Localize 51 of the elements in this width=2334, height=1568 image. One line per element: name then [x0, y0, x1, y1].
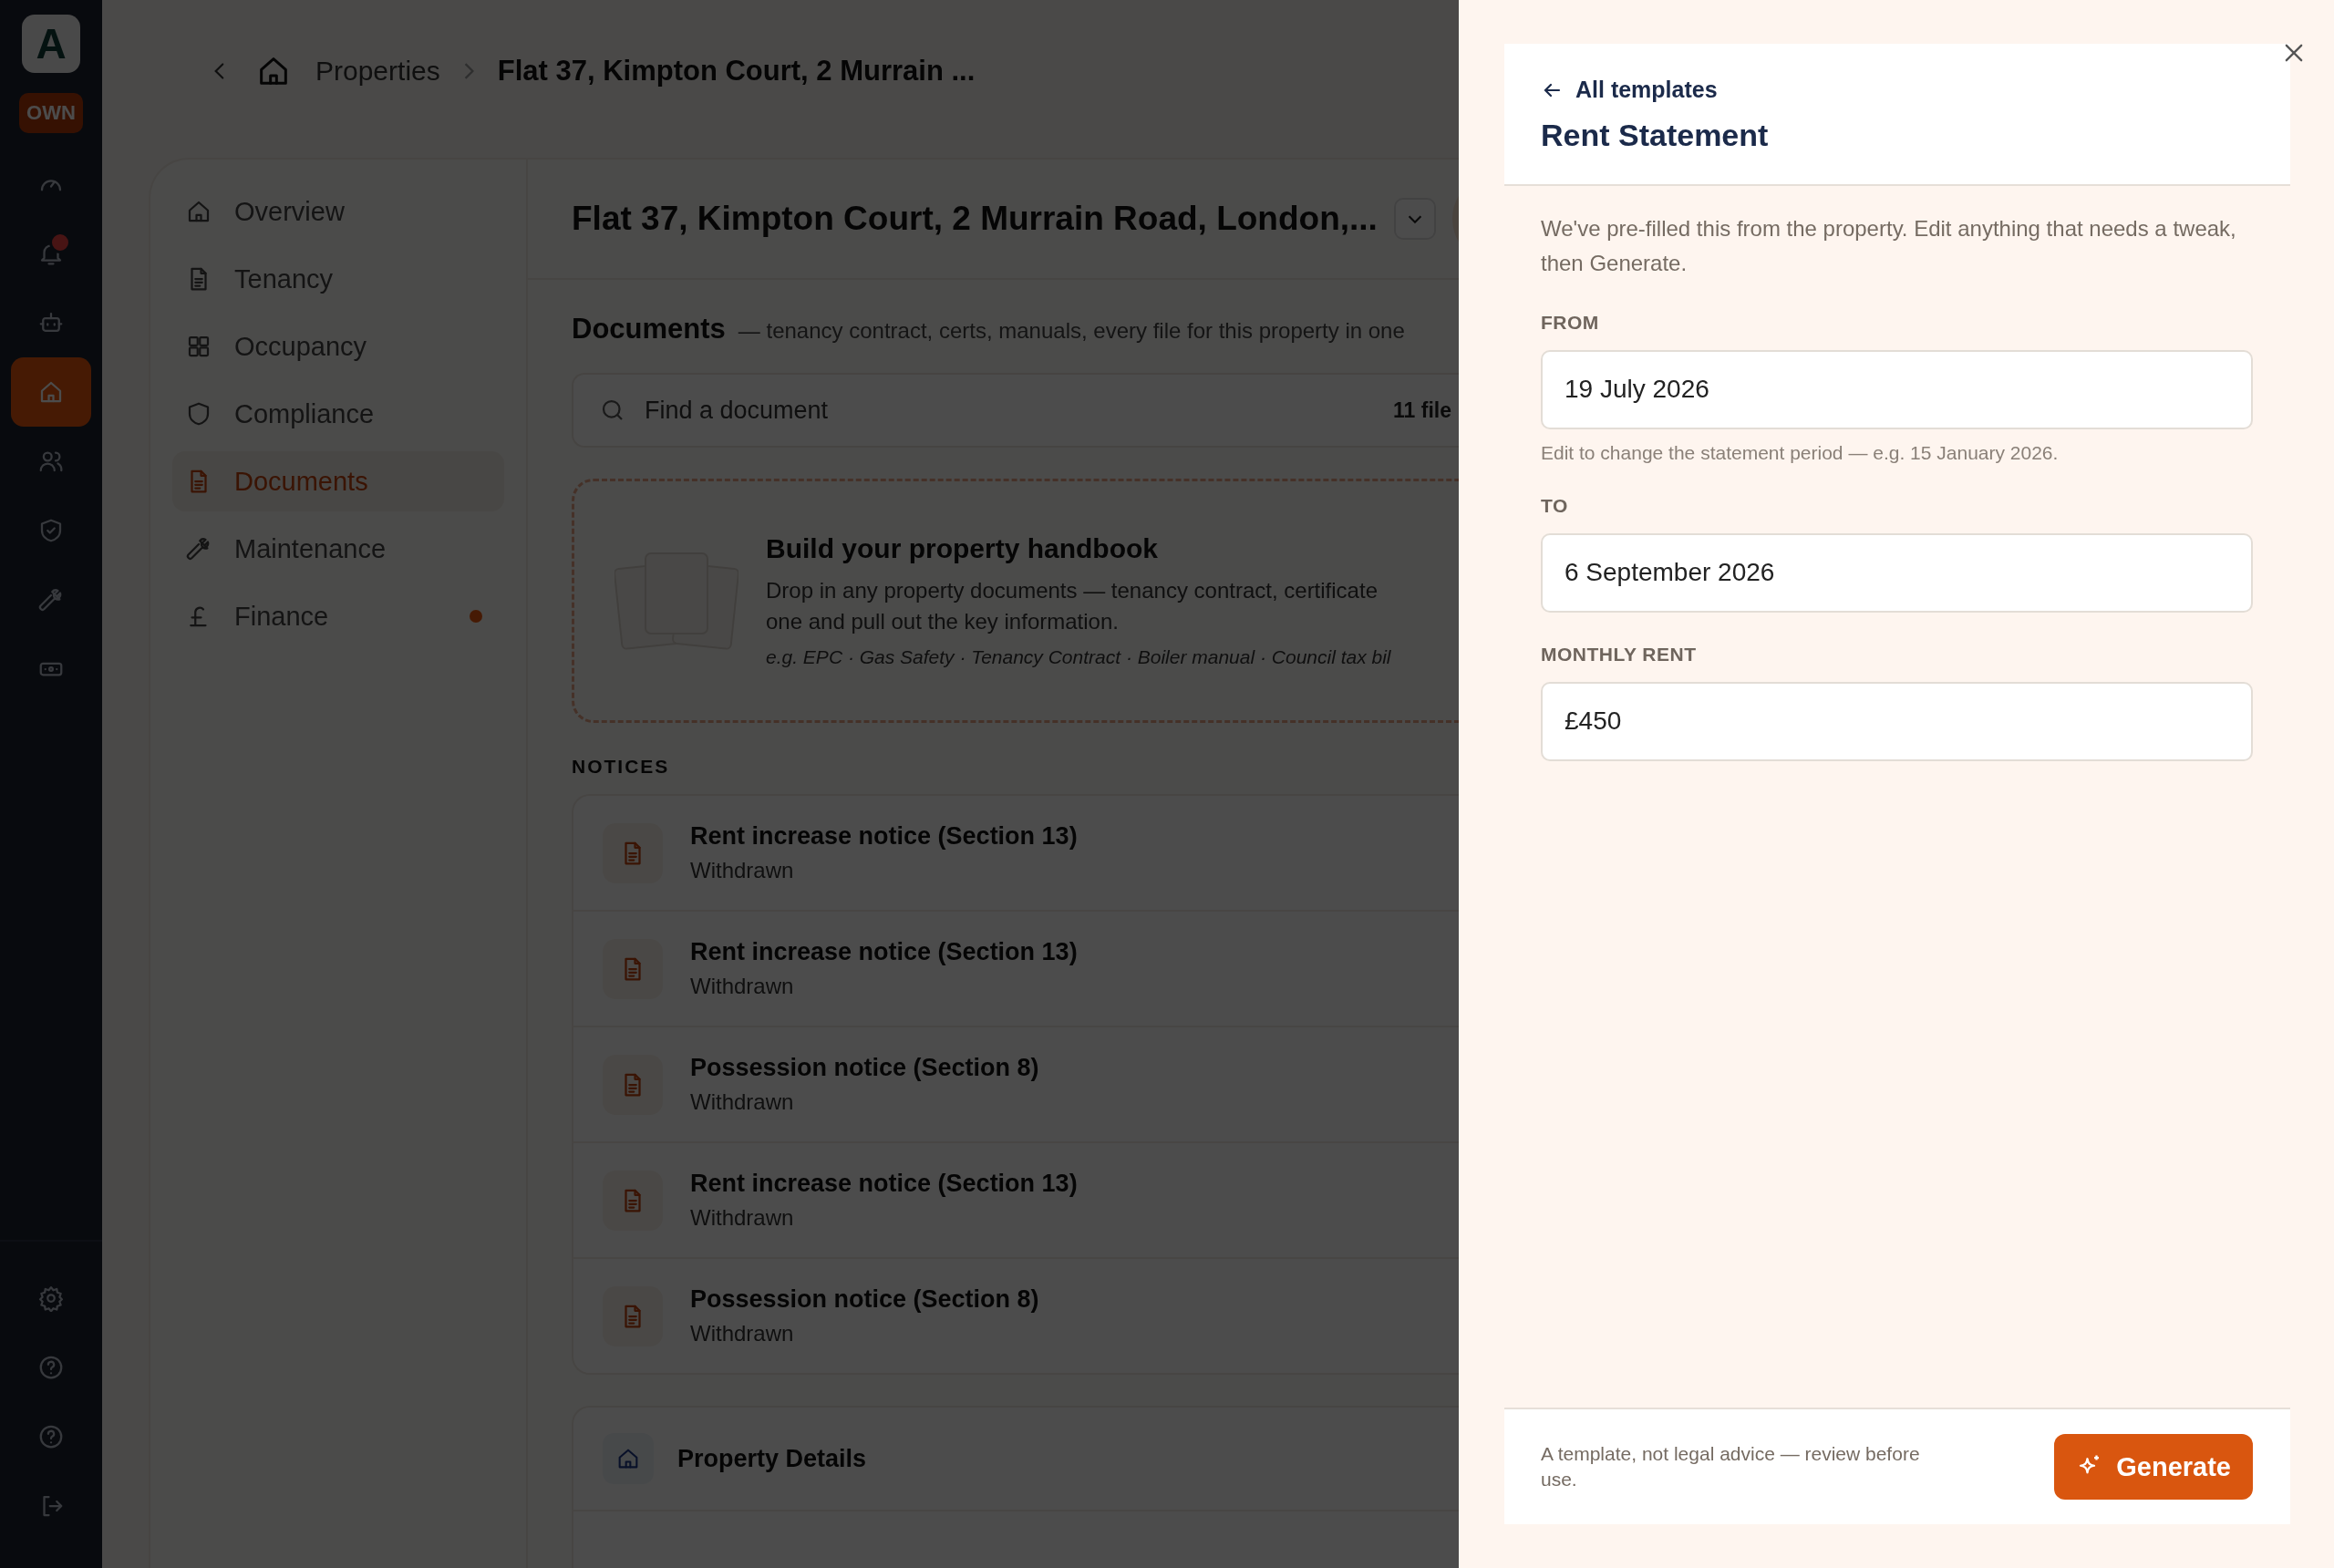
notice-status: Withdrawn [690, 1089, 795, 1115]
help-icon [37, 1423, 65, 1450]
section-label: NOTICES [572, 756, 671, 778]
gear-icon [37, 1284, 65, 1312]
panel-title: Rent Statement [1541, 117, 1770, 153]
notice-row[interactable]: Possession notice (Section 8) Withdrawn [573, 1259, 1459, 1373]
back-link[interactable]: All templates [1541, 77, 1718, 103]
field-label: MONTHLY RENT [1541, 643, 1698, 665]
rail-button[interactable] [11, 357, 91, 427]
notice-status: Withdrawn [690, 974, 795, 999]
input-field[interactable]: £450 [1541, 681, 2253, 761]
notice-title: Rent increase notice (Section 13) [690, 822, 1078, 851]
status-dot [470, 610, 482, 623]
intro-text: We've pre-filled this from the property. Edit anything that needs a tweak, then Generate. [1541, 214, 2237, 277]
notice-title: Rent increase notice (Section 13) [690, 938, 1078, 966]
notice-row[interactable]: Rent increase notice (Section 13) Withdrawn [573, 796, 1459, 912]
help-icon [37, 1354, 65, 1381]
details-title: Property Details [677, 1444, 867, 1473]
details-row[interactable]: Property Details [573, 1408, 1459, 1511]
section-title: Documents [572, 313, 726, 346]
upload-dropzone[interactable] [572, 479, 1459, 723]
notice-row[interactable]: Rent increase notice (Section 13) Withdrawn [573, 912, 1459, 1027]
handbook-description: Drop in any property documents — tenancy contract, certificate one and pull out the key information. [766, 577, 1379, 635]
generate-button[interactable]: Generate [2054, 1434, 2253, 1500]
breadcrumb-link[interactable]: Properties [315, 56, 440, 87]
search-field[interactable]: Find a document 11 file [572, 373, 1459, 448]
app-logo[interactable]: A [22, 15, 80, 73]
file-count: 11 file [1393, 397, 1451, 423]
handbook-title: Build your property handbook [766, 533, 1159, 564]
field-label: FROM [1541, 311, 1600, 334]
notice-title: Possession notice (Section 8) [690, 1285, 1039, 1314]
disclaimer-text: A template, not legal advice — review before use. [1541, 1442, 1921, 1491]
notice-status: Withdrawn [690, 858, 795, 883]
notice-row[interactable]: Possession notice (Section 8) Withdrawn [573, 1027, 1459, 1143]
field-label: TO [1541, 494, 1569, 517]
field-hint: Edit to change the statement period — e.g. 15 January 2026. [1541, 441, 2060, 464]
breadcrumb-current: Flat 37, Kimpton Court, 2 Murrain ... [497, 55, 976, 88]
property-title: Flat 37, Kimpton Court, 2 Murrain Road, London,... [572, 200, 1378, 238]
examples-text: e.g. EPC · Gas Safety · Tenancy Contract · Boiler manual · Council tax bil [766, 646, 1391, 668]
notice-row[interactable]: Rent increase notice (Section 13) Withdrawn [573, 1143, 1459, 1259]
notice-status: Withdrawn [690, 1321, 795, 1346]
chevron-icon [463, 63, 474, 79]
notice-title: Rent increase notice (Section 13) [690, 1170, 1078, 1198]
notice-status: Withdrawn [690, 1205, 795, 1231]
dropdown-button[interactable] [1393, 198, 1436, 240]
workspace-badge[interactable]: OWN [19, 93, 83, 133]
subnav-item[interactable]: Documents [172, 451, 504, 511]
notice-title: Possession notice (Section 8) [690, 1054, 1039, 1082]
input-field[interactable]: 19 July 2026 [1541, 349, 2253, 429]
input-field[interactable]: 6 September 2026 [1541, 532, 2253, 613]
search-placeholder: Find a document [645, 396, 830, 425]
